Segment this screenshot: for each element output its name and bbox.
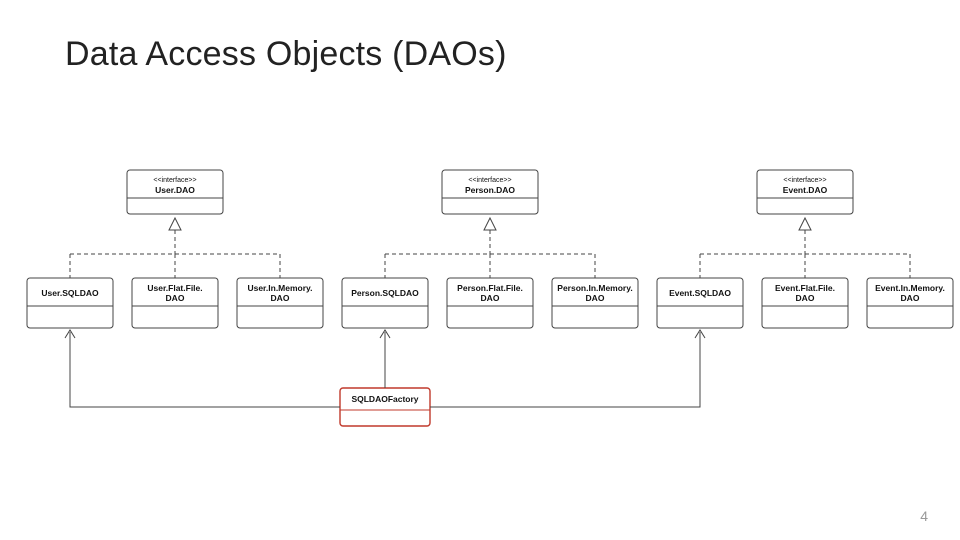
class-event-flatfile-dao: Event.Flat.File. DAO	[762, 278, 848, 328]
svg-text:DAO: DAO	[901, 293, 920, 303]
diagram-canvas: <<interface>> User.DAO <<interface>> Per…	[0, 0, 960, 540]
svg-text:<<interface>>: <<interface>>	[783, 177, 826, 184]
svg-text:DAO: DAO	[586, 293, 605, 303]
svg-text:<<interface>>: <<interface>>	[153, 177, 196, 184]
svg-text:Event.DAO: Event.DAO	[783, 185, 828, 195]
class-person-inmemory-dao: Person.In.Memory. DAO	[552, 278, 638, 328]
class-user-sqldao: User.SQLDAO	[27, 278, 113, 328]
svg-text:Event.SQLDAO: Event.SQLDAO	[669, 288, 731, 298]
svg-text:<<interface>>: <<interface>>	[468, 177, 511, 184]
class-event-inmemory-dao: Event.In.Memory. DAO	[867, 278, 953, 328]
svg-text:DAO: DAO	[271, 293, 290, 303]
svg-text:Event.Flat.File.: Event.Flat.File.	[775, 283, 835, 293]
svg-text:Person.In.Memory.: Person.In.Memory.	[557, 283, 632, 293]
svg-text:User.DAO: User.DAO	[155, 185, 195, 195]
factory-sqldao: SQLDAOFactory	[340, 388, 430, 426]
svg-text:Person.DAO: Person.DAO	[465, 185, 515, 195]
class-user-inmemory-dao: User.In.Memory. DAO	[237, 278, 323, 328]
svg-text:DAO: DAO	[796, 293, 815, 303]
svg-text:SQLDAOFactory: SQLDAOFactory	[351, 394, 418, 404]
svg-text:Person.SQLDAO: Person.SQLDAO	[351, 288, 419, 298]
svg-text:User.In.Memory.: User.In.Memory.	[247, 283, 312, 293]
class-person-flatfile-dao: Person.Flat.File. DAO	[447, 278, 533, 328]
class-user-flatfile-dao: User.Flat.File. DAO	[132, 278, 218, 328]
class-event-sqldao: Event.SQLDAO	[657, 278, 743, 328]
interface-user-dao: <<interface>> User.DAO	[127, 170, 223, 214]
svg-text:User.SQLDAO: User.SQLDAO	[41, 288, 99, 298]
interface-person-dao: <<interface>> Person.DAO	[442, 170, 538, 214]
svg-text:Event.In.Memory.: Event.In.Memory.	[875, 283, 945, 293]
class-person-sqldao: Person.SQLDAO	[342, 278, 428, 328]
svg-text:User.Flat.File.: User.Flat.File.	[147, 283, 202, 293]
svg-text:DAO: DAO	[481, 293, 500, 303]
interface-event-dao: <<interface>> Event.DAO	[757, 170, 853, 214]
svg-text:Person.Flat.File.: Person.Flat.File.	[457, 283, 523, 293]
svg-text:DAO: DAO	[166, 293, 185, 303]
